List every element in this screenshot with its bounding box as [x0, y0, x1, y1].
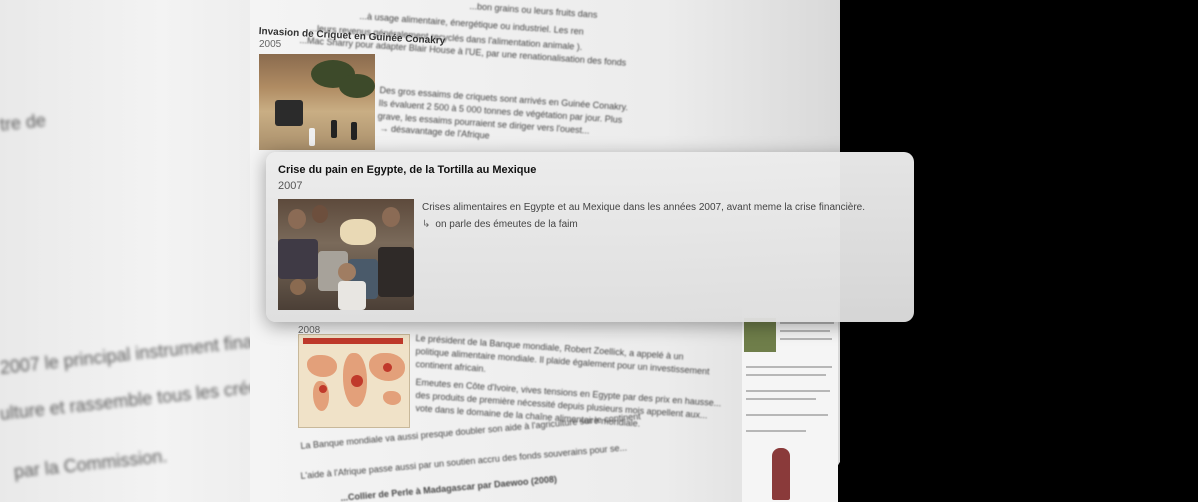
right-document-page: [742, 300, 838, 502]
left-document-page: tre de 2007 le principal instrument fina…: [0, 0, 293, 502]
food-crisis-map-image[interactable]: [298, 334, 410, 428]
card-link[interactable]: ↳ on parle des émeutes de la faim: [422, 219, 578, 230]
viewport: tre de 2007 le principal instrument fina…: [0, 0, 1198, 502]
timeline-entry-card[interactable]: Crise du pain en Egypte, de la Tortilla …: [266, 152, 914, 322]
locust-swarm-photo[interactable]: [259, 54, 375, 150]
right-page-thumbnail[interactable]: [744, 318, 776, 352]
card-description: Crises alimentaires en Egypte et au Mexi…: [422, 202, 866, 213]
locust-entry-year: 2005: [259, 39, 282, 50]
card-title[interactable]: Crise du pain en Egypte, de la Tortilla …: [278, 164, 536, 176]
card-year: 2007: [278, 180, 303, 192]
card-link-text: on parle des émeutes de la faim: [435, 219, 578, 230]
return-arrow-icon: ↳: [422, 219, 431, 230]
left-fragment-1: tre de: [0, 110, 47, 135]
left-fragment-4: par la Commission.: [12, 445, 169, 482]
left-fragment-2: 2007 le principal instrument financier: [0, 327, 293, 378]
bread-crisis-photo[interactable]: [278, 199, 414, 310]
coat-of-arms-emblem: [772, 448, 790, 500]
left-fragment-3: ulture et rassemble tous les crédits: [0, 374, 278, 424]
